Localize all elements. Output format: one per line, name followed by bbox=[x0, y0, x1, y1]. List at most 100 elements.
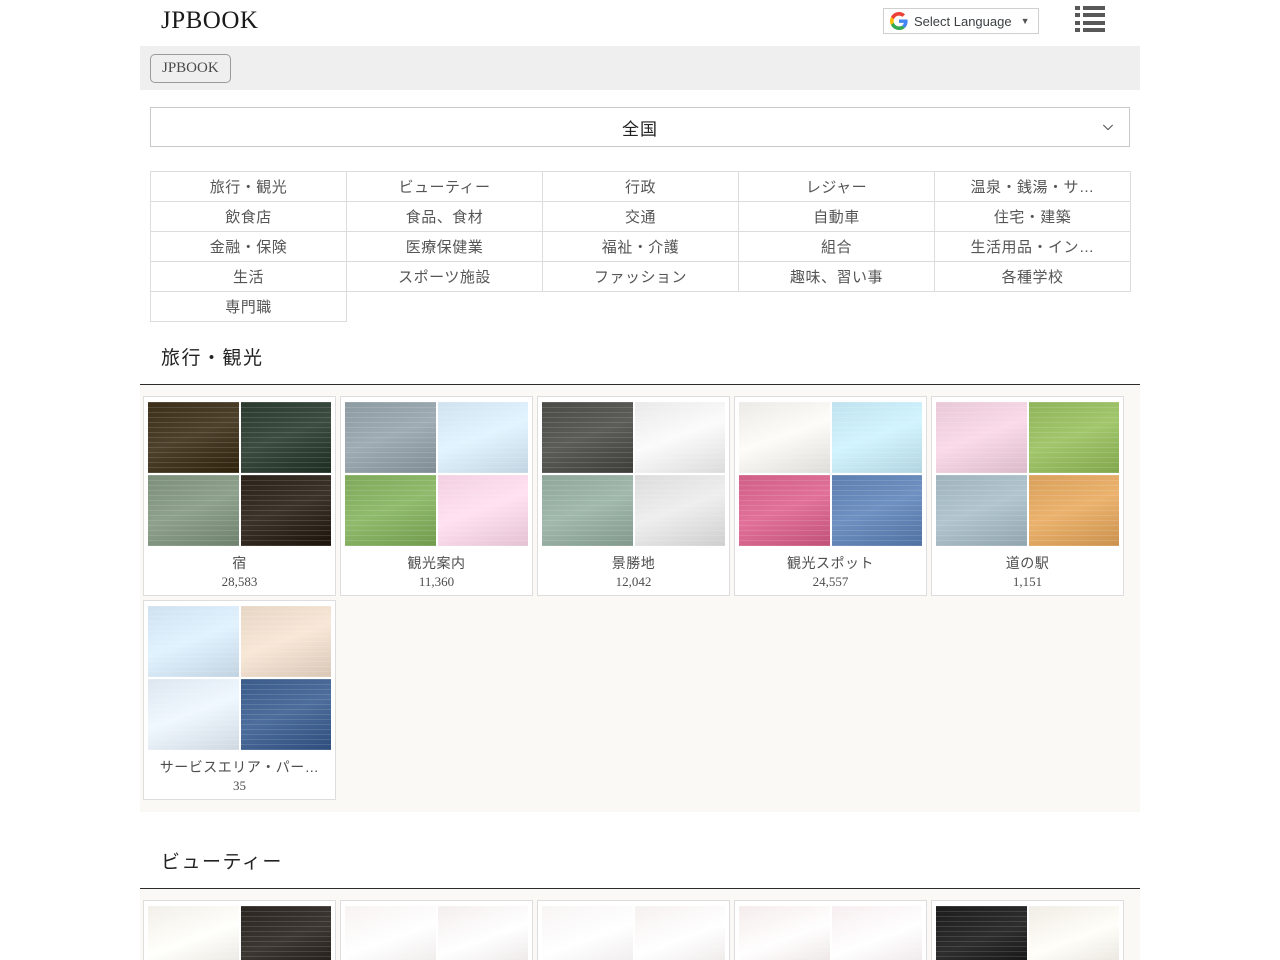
menu-row bbox=[1075, 6, 1105, 10]
category-card[interactable] bbox=[143, 900, 336, 960]
category-cell[interactable]: レジャー bbox=[739, 172, 935, 202]
card-grid bbox=[140, 889, 1140, 960]
category-cell[interactable]: 金融・保険 bbox=[151, 232, 347, 262]
menu-bar bbox=[1083, 6, 1105, 10]
site-brand-title[interactable]: JPBOOK bbox=[161, 6, 258, 36]
thumbnail-texture bbox=[438, 906, 529, 960]
thumbnail-tile bbox=[345, 402, 436, 473]
menu-row bbox=[1075, 13, 1105, 17]
card-thumbnail-collage bbox=[148, 906, 331, 960]
thumbnail-tile bbox=[936, 402, 1027, 473]
thumbnail-tile bbox=[542, 402, 633, 473]
card-thumbnail-collage bbox=[542, 906, 725, 960]
thumbnail-texture bbox=[832, 402, 923, 473]
thumbnail-tile bbox=[438, 906, 529, 960]
category-cell-empty bbox=[739, 292, 935, 322]
thumbnail-texture bbox=[148, 606, 239, 677]
thumbnail-tile bbox=[438, 402, 529, 473]
category-card[interactable]: 道の駅1,151 bbox=[931, 396, 1124, 596]
breadcrumb: JPBOOK bbox=[140, 46, 1140, 90]
thumbnail-tile bbox=[241, 402, 332, 473]
thumbnail-texture bbox=[148, 402, 239, 473]
chevron-down-icon[interactable] bbox=[1101, 120, 1115, 134]
thumbnail-tile bbox=[148, 475, 239, 546]
thumbnail-tile bbox=[832, 906, 923, 960]
category-row: 専門職 bbox=[151, 292, 1131, 322]
menu-bar bbox=[1083, 28, 1105, 32]
category-card[interactable] bbox=[931, 900, 1124, 960]
category-cell[interactable]: 旅行・観光 bbox=[151, 172, 347, 202]
card-thumbnail-collage bbox=[148, 606, 331, 750]
category-row: 金融・保険医療保健業福祉・介護組合生活用品・イン… bbox=[151, 232, 1131, 262]
category-card[interactable] bbox=[734, 900, 927, 960]
thumbnail-tile bbox=[438, 475, 529, 546]
category-cell[interactable]: ビューティー bbox=[347, 172, 543, 202]
thumbnail-texture bbox=[542, 475, 633, 546]
category-cell[interactable]: 趣味、習い事 bbox=[739, 262, 935, 292]
chevron-down-icon[interactable]: ▼ bbox=[1021, 16, 1030, 26]
category-cell[interactable]: 専門職 bbox=[151, 292, 347, 322]
card-thumbnail-collage bbox=[739, 402, 922, 546]
thumbnail-texture bbox=[345, 402, 436, 473]
thumbnail-texture bbox=[936, 475, 1027, 546]
category-cell[interactable]: 交通 bbox=[543, 202, 739, 232]
menu-bullet bbox=[1075, 13, 1080, 17]
thumbnail-tile bbox=[148, 606, 239, 677]
category-cell[interactable]: 生活用品・イン… bbox=[935, 232, 1131, 262]
list-menu-icon[interactable] bbox=[1075, 6, 1105, 32]
thumbnail-texture bbox=[739, 402, 830, 473]
category-card[interactable]: サービスエリア・パー…35 bbox=[143, 600, 336, 800]
category-cell[interactable]: 医療保健業 bbox=[347, 232, 543, 262]
card-thumbnail-collage bbox=[148, 402, 331, 546]
thumbnail-texture bbox=[739, 906, 830, 960]
category-card[interactable] bbox=[340, 900, 533, 960]
category-row: 生活スポーツ施設ファッション趣味、習い事各種学校 bbox=[151, 262, 1131, 292]
thumbnail-texture bbox=[1029, 402, 1120, 473]
menu-bullet bbox=[1075, 6, 1080, 10]
thumbnail-tile bbox=[241, 475, 332, 546]
thumbnail-tile bbox=[148, 402, 239, 473]
thumbnail-tile bbox=[739, 402, 830, 473]
thumbnail-tile bbox=[635, 475, 726, 546]
thumbnail-texture bbox=[1029, 906, 1120, 960]
thumbnail-texture bbox=[1029, 475, 1120, 546]
category-card[interactable]: 観光案内11,360 bbox=[340, 396, 533, 596]
category-cell[interactable]: 自動車 bbox=[739, 202, 935, 232]
category-cell[interactable]: 温泉・銭湯・サ… bbox=[935, 172, 1131, 202]
region-select[interactable]: 全国 bbox=[150, 107, 1130, 147]
category-card[interactable]: 景勝地12,042 bbox=[537, 396, 730, 596]
card-thumbnail-collage bbox=[739, 906, 922, 960]
category-cell[interactable]: 住宅・建築 bbox=[935, 202, 1131, 232]
card-count: 28,583 bbox=[148, 574, 331, 592]
category-cell[interactable]: 生活 bbox=[151, 262, 347, 292]
google-translate-widget[interactable]: Select Language ▼ bbox=[883, 8, 1039, 34]
thumbnail-texture bbox=[832, 906, 923, 960]
thumbnail-texture bbox=[241, 679, 332, 750]
thumbnail-texture bbox=[241, 402, 332, 473]
category-card[interactable] bbox=[537, 900, 730, 960]
category-cell[interactable]: スポーツ施設 bbox=[347, 262, 543, 292]
thumbnail-texture bbox=[241, 906, 332, 960]
category-cell[interactable]: 福祉・介護 bbox=[543, 232, 739, 262]
card-label: 景勝地 bbox=[542, 555, 725, 572]
thumbnail-tile bbox=[148, 906, 239, 960]
category-cell[interactable]: 組合 bbox=[739, 232, 935, 262]
thumbnail-texture bbox=[739, 475, 830, 546]
thumbnail-texture bbox=[635, 475, 726, 546]
breadcrumb-item-jpbook[interactable]: JPBOOK bbox=[150, 54, 231, 83]
category-card[interactable]: 観光スポット24,557 bbox=[734, 396, 927, 596]
menu-bullet bbox=[1075, 21, 1080, 25]
category-cell[interactable]: 食品、食材 bbox=[347, 202, 543, 232]
menu-bullet bbox=[1075, 28, 1080, 32]
category-cell[interactable]: ファッション bbox=[543, 262, 739, 292]
page-root: JPBOOK Select Language ▼ JPBOOK 全国 bbox=[0, 0, 1280, 960]
menu-bar bbox=[1083, 21, 1105, 25]
thumbnail-texture bbox=[438, 402, 529, 473]
category-cell-empty bbox=[935, 292, 1131, 322]
category-card[interactable]: 宿 28,583 bbox=[143, 396, 336, 596]
translate-select-label: Select Language bbox=[914, 14, 1012, 29]
card-label: 宿 bbox=[148, 555, 331, 572]
category-cell[interactable]: 行政 bbox=[543, 172, 739, 202]
category-cell[interactable]: 各種学校 bbox=[935, 262, 1131, 292]
category-cell[interactable]: 飲食店 bbox=[151, 202, 347, 232]
